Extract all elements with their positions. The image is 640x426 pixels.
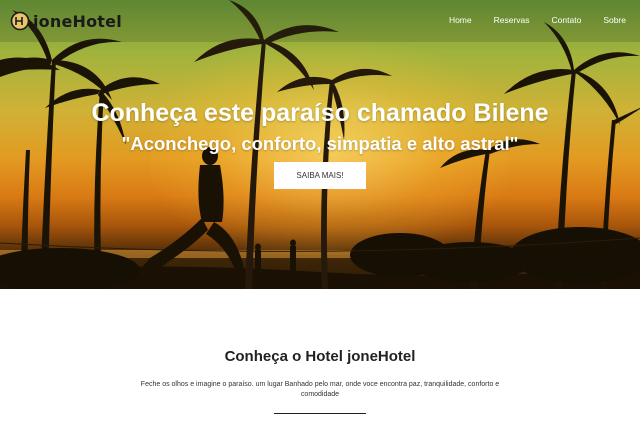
nav-reservas-link[interactable]: Reservas: [494, 15, 530, 25]
hotel-logo-icon: [10, 11, 30, 31]
nav-home-link[interactable]: Home: [449, 15, 472, 25]
about-description: Feche os olhos e imagine o paraíso. um l…: [140, 381, 500, 398]
brand-name: joneHotel: [33, 11, 122, 31]
brand[interactable]: joneHotel: [10, 10, 122, 32]
hero-banner: joneHotel Home Reservas Contato Sobre Co…: [0, 0, 640, 289]
nav-sobre-link[interactable]: Sobre: [603, 15, 626, 25]
navbar: joneHotel Home Reservas Contato Sobre: [0, 0, 640, 42]
nav-contato-link[interactable]: Contato: [552, 15, 582, 25]
hero-subtitle: "Aconchego, conforto, simpatia e alto as…: [121, 133, 519, 154]
about-title: Conheça o Hotel joneHotel: [224, 348, 416, 365]
main-nav: Home Reservas Contato Sobre: [427, 15, 626, 25]
hero-title: Conheça este paraíso chamado Bilene: [91, 99, 549, 127]
section-divider: [274, 413, 366, 414]
saiba-mais-button[interactable]: SAIBA MAIS!: [274, 162, 366, 189]
